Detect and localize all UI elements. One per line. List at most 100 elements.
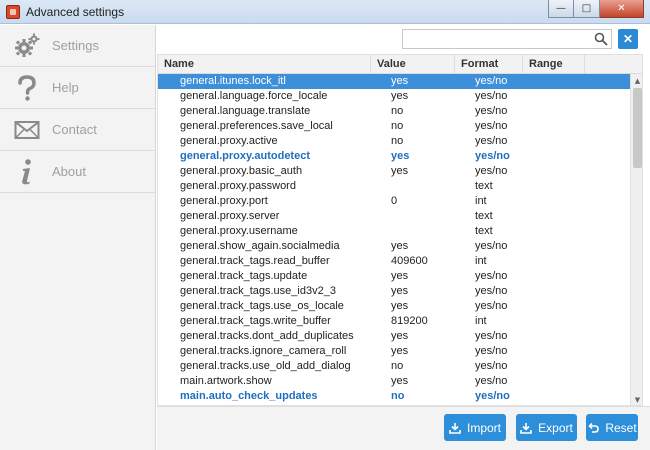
cell-value: no [391,120,404,132]
cell-value: yes [391,150,410,162]
scroll-down-icon[interactable]: ▼ [631,393,642,405]
cell-name: general.track_tags.use_os_locale [180,300,344,312]
cell-value: yes [391,285,409,297]
table-row[interactable]: general.language.force_locale yes yes/no [158,89,630,104]
close-button[interactable]: ✕ [600,0,644,18]
minimize-button[interactable]: — [548,0,574,18]
import-button[interactable]: Import [444,414,506,441]
cell-value: no [391,135,404,147]
cell-format: yes/no [475,360,508,372]
sidebar-item-help[interactable]: Help [0,67,155,109]
column-header-format[interactable]: Format [455,55,523,74]
table-row[interactable]: general.proxy.autodetect yes yes/no [158,149,630,164]
close-icon: ✕ [622,32,634,46]
column-header-range[interactable]: Range [523,55,585,74]
table-row[interactable]: general.preferences.save_local no yes/no [158,119,630,134]
cell-range [523,299,585,314]
table-row[interactable]: general.track_tags.use_os_locale yes yes/n… [158,299,630,314]
cell-value: no [391,360,404,372]
cell-value: no [391,105,404,117]
cell-format: yes/no [475,105,508,117]
export-button[interactable]: Export [516,414,577,441]
column-header-value[interactable]: Value [371,55,455,74]
table-row[interactable]: general.itunes.lock_itl yes yes/no [158,74,630,89]
sidebar-item-settings[interactable]: Settings [0,25,155,67]
cell-range [523,374,585,389]
table-row[interactable]: general.tracks.use_old_add_dialog no yes/n… [158,359,630,374]
cell-value: yes [391,240,409,252]
table-row[interactable]: general.proxy.password text [158,179,630,194]
cell-value [371,209,455,224]
table-row[interactable]: general.tracks.dont_add_duplicates yes yes… [158,329,630,344]
sidebar-item-label: Settings [52,38,99,53]
cell-format: yes/no [475,90,508,102]
cell-value: yes [391,165,409,177]
table-row[interactable]: general.track_tags.update yes yes/no [158,269,630,284]
cell-format: yes/no [475,240,508,252]
scroll-up-icon[interactable]: ▲ [631,74,642,87]
reset-button[interactable]: Reset [586,414,638,441]
sidebar-item-about[interactable]: About [0,151,155,193]
table-row[interactable]: general.track_tags.write_buffer 819200 int [158,314,630,329]
cell-format: int [475,255,487,267]
cell-value: 0 [391,195,398,207]
vertical-scrollbar[interactable]: ▲ ▼ [630,74,642,405]
cell-format: text [475,225,493,237]
table-row[interactable]: general.proxy.server text [158,209,630,224]
download-icon [449,422,461,434]
sidebar-item-label: Help [52,80,79,95]
cell-range [523,284,585,299]
cell-range [523,344,585,359]
cell-name: general.tracks.ignore_camera_roll [180,345,347,357]
cell-name: general.track_tags.read_buffer [180,255,330,267]
question-icon [12,73,42,103]
search-input[interactable] [403,30,593,48]
cell-name: general.tracks.use_old_add_dialog [180,360,351,372]
cell-name: general.language.translate [180,105,311,117]
cell-name: general.track_tags.use_id3v2_3 [180,285,336,297]
table-row[interactable]: general.proxy.basic_auth yes yes/no [158,164,630,179]
cell-format: yes/no [475,165,508,177]
cell-range [523,149,585,164]
cell-range [523,254,585,269]
cell-format: yes/no [475,270,508,282]
envelope-icon [12,115,42,145]
cell-name: general.proxy.port [180,195,268,207]
info-icon [12,157,42,187]
table-row[interactable]: main.artwork.show yes yes/no [158,374,630,389]
cell-range [523,89,585,104]
search-icon[interactable] [594,32,608,46]
column-header-name[interactable]: Name [158,55,371,74]
cell-format: yes/no [475,300,508,312]
table-row[interactable]: general.proxy.port 0 int [158,194,630,209]
table-row[interactable]: general.track_tags.read_buffer 409600 int [158,254,630,269]
search-box [402,29,612,49]
table-row[interactable]: general.language.translate no yes/no [158,104,630,119]
cell-name: general.track_tags.write_buffer [180,315,331,327]
clear-search-button[interactable]: ✕ [618,29,638,49]
cell-name: general.itunes.lock_itl [180,75,286,87]
maximize-button[interactable]: □ [574,0,600,18]
cell-range [523,359,585,374]
table-row[interactable]: general.show_again.socialmedia yes yes/no [158,239,630,254]
cell-format: text [475,180,493,192]
cell-name: general.tracks.dont_add_duplicates [180,330,354,342]
cell-value [371,179,455,194]
table-row[interactable]: general.proxy.active no yes/no [158,134,630,149]
cell-value: no [391,390,405,402]
table-row[interactable]: general.tracks.ignore_camera_roll yes yes/… [158,344,630,359]
sidebar-item-contact[interactable]: Contact [0,109,155,151]
cell-format: yes/no [475,150,510,162]
cell-value: yes [391,345,409,357]
table-row[interactable]: general.proxy.username text [158,224,630,239]
import-label: Import [466,420,501,435]
table-body: general.itunes.lock_itl yes yes/no general.… [158,74,630,404]
cell-name: main.auto_check_updates [180,390,318,402]
table-row[interactable]: general.track_tags.use_id3v2_3 yes yes/no [158,284,630,299]
cell-format: yes/no [475,375,508,387]
scroll-thumb[interactable] [633,88,642,168]
table-row[interactable]: main.auto_check_updates no yes/no [158,389,630,404]
cell-range [523,239,585,254]
window-title: Advanced settings [26,5,125,19]
cell-value: 409600 [391,255,428,267]
